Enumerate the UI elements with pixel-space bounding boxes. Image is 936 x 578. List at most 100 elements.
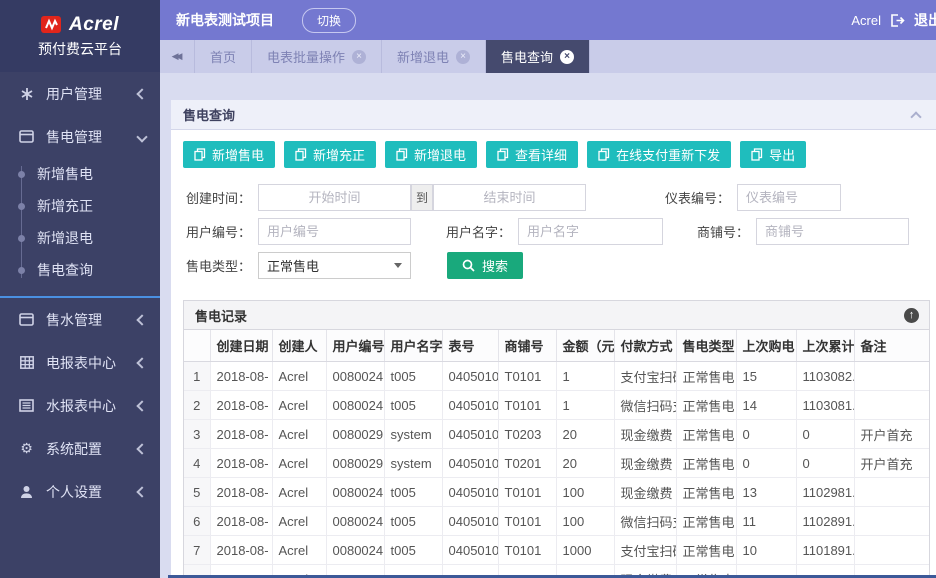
sale-type-value: 正常售电 [267, 256, 319, 275]
double-chevron-left-icon: ◀◀ [172, 51, 183, 62]
table-cell: 0 [796, 449, 854, 478]
user-no-input[interactable] [258, 218, 411, 245]
sidebar-item-personal-settings[interactable]: 个人设置 [0, 470, 160, 513]
table-cell: 2018-08- [210, 507, 272, 536]
close-icon[interactable]: × [560, 50, 574, 64]
sidebar-item-water-report-center[interactable]: 水报表中心 [0, 384, 160, 427]
table-cell: 04050101 [442, 536, 498, 565]
table-cell: 04050101 [442, 391, 498, 420]
table-cell: 正常售电 [676, 449, 736, 478]
file-icon [751, 148, 763, 161]
table-cell [854, 536, 929, 565]
page-title: 售电查询 [183, 105, 235, 124]
tab-home[interactable]: 首页 [195, 40, 252, 73]
tabs-scroll-left-button[interactable]: ◀◀ [160, 40, 195, 73]
chevron-left-icon [136, 314, 147, 325]
table-cell: 0 [736, 420, 796, 449]
table-row[interactable]: 32018-08-Acrel0080029system04050102T0203… [184, 420, 929, 449]
column-header: 表号 [442, 330, 498, 362]
table-cell: system [384, 420, 442, 449]
sale-type-select[interactable]: 正常售电 [258, 252, 411, 279]
brand-subtitle: 预付费云平台 [38, 39, 122, 59]
table-cell: 0 [736, 449, 796, 478]
table-cell: 100 [556, 507, 614, 536]
view-details-button[interactable]: 查看详细 [486, 141, 578, 168]
online-pay-resend-button[interactable]: 在线支付重新下发 [587, 141, 731, 168]
table-cell: 1103082. [796, 362, 854, 391]
table-row[interactable]: 12018-08-Acrel0080024t00504050101T01011支… [184, 362, 929, 391]
sidebar-item-elec-report-center[interactable]: 电报表中心 [0, 341, 160, 384]
export-button[interactable]: 导出 [740, 141, 806, 168]
column-header: 用户名字 [384, 330, 442, 362]
table-cell: 现金缴费 [614, 478, 676, 507]
search-button-label: 搜索 [482, 256, 508, 275]
file-icon [396, 148, 408, 161]
column-header: 上次累计 [796, 330, 854, 362]
new-refund-button[interactable]: 新增退电 [385, 141, 477, 168]
sidebar-subitem-sale-query[interactable]: 售电查询 [0, 254, 160, 286]
table-cell: t005 [384, 391, 442, 420]
table-row[interactable]: 42018-08-Acrel0080029system04050102T0201… [184, 449, 929, 478]
table-cell: 微信扫码支付 [614, 391, 676, 420]
table-row[interactable]: 22018-08-Acrel0080024t00504050101T01011微… [184, 391, 929, 420]
switch-project-button[interactable]: 切换 [302, 8, 356, 33]
collapse-up-icon[interactable]: ↑ [904, 308, 919, 323]
sidebar-item-label: 售水管理 [46, 310, 127, 330]
search-button[interactable]: 搜索 [447, 252, 523, 279]
tab-new-refund[interactable]: 新增退电 × [382, 40, 486, 73]
records-panel-header: 售电记录 ↑ [184, 301, 929, 330]
tab-sale-query[interactable]: 售电查询 × [486, 40, 590, 73]
chevron-left-icon [136, 88, 147, 99]
table-cell: 100 [556, 478, 614, 507]
table-cell: 正常售电 [676, 362, 736, 391]
button-label: 在线支付重新下发 [616, 145, 720, 164]
table-cell: 2 [184, 391, 210, 420]
meter-no-label: 仪表编号： [662, 188, 730, 207]
table-row[interactable]: 52018-08-Acrel0080024t00504050101T010110… [184, 478, 929, 507]
shop-no-input[interactable] [756, 218, 909, 245]
table-cell: Acrel [272, 362, 326, 391]
table-row[interactable]: 72018-08-Acrel0080024t00504050101T010110… [184, 536, 929, 565]
table-cell: 正常售电 [676, 536, 736, 565]
table-cell: 1102891. [796, 507, 854, 536]
table-cell: 2018-08- [210, 391, 272, 420]
to-addon-label: 到 [411, 184, 433, 211]
close-icon[interactable]: × [352, 50, 366, 64]
new-sale-button[interactable]: 新增售电 [183, 141, 275, 168]
button-label: 新增退电 [414, 145, 466, 164]
table-cell: 0080029 [326, 449, 384, 478]
user-name-label: 用户名字： [441, 222, 511, 241]
table-cell: t005 [384, 507, 442, 536]
username-label: Acrel [851, 13, 881, 28]
close-icon[interactable]: × [456, 50, 470, 64]
table-cell: 1 [556, 362, 614, 391]
sidebar-item-system-config[interactable]: ⚙ 系统配置 [0, 427, 160, 470]
sidebar-item-sale-water-mgmt[interactable]: 售水管理 [0, 298, 160, 341]
tab-label: 电表批量操作 [267, 47, 345, 66]
brand-name: Acrel [69, 14, 119, 36]
sidebar-subitem-new-correction[interactable]: 新增充正 [0, 190, 160, 222]
sidebar-subitem-new-sale[interactable]: 新增售电 [0, 158, 160, 190]
sidebar-subitem-new-refund[interactable]: 新增退电 [0, 222, 160, 254]
table-cell: 11 [736, 507, 796, 536]
logout-button[interactable]: 退出 [914, 10, 936, 30]
start-time-input[interactable] [258, 184, 411, 211]
column-header: 用户编号 [326, 330, 384, 362]
tab-meter-batch-ops[interactable]: 电表批量操作 × [252, 40, 382, 73]
table-cell: system [384, 449, 442, 478]
table-cell: T0101 [498, 391, 556, 420]
user-name-input[interactable] [518, 218, 663, 245]
table-cell: Acrel [272, 536, 326, 565]
sidebar-item-user-mgmt[interactable]: 用户管理 [0, 72, 160, 115]
tab-label: 新增退电 [397, 47, 449, 66]
table-row[interactable]: 62018-08-Acrel0080024t00504050101T010110… [184, 507, 929, 536]
sidebar-item-sale-elec-mgmt[interactable]: 售电管理 [0, 115, 160, 158]
meter-no-input[interactable] [737, 184, 841, 211]
table-cell: 1102981. [796, 478, 854, 507]
column-header: 创建日期 [210, 330, 272, 362]
table-cell: 5 [184, 478, 210, 507]
end-time-input[interactable] [433, 184, 586, 211]
new-correction-button[interactable]: 新增充正 [284, 141, 376, 168]
collapse-panel-icon[interactable] [910, 111, 921, 122]
table-cell [854, 362, 929, 391]
